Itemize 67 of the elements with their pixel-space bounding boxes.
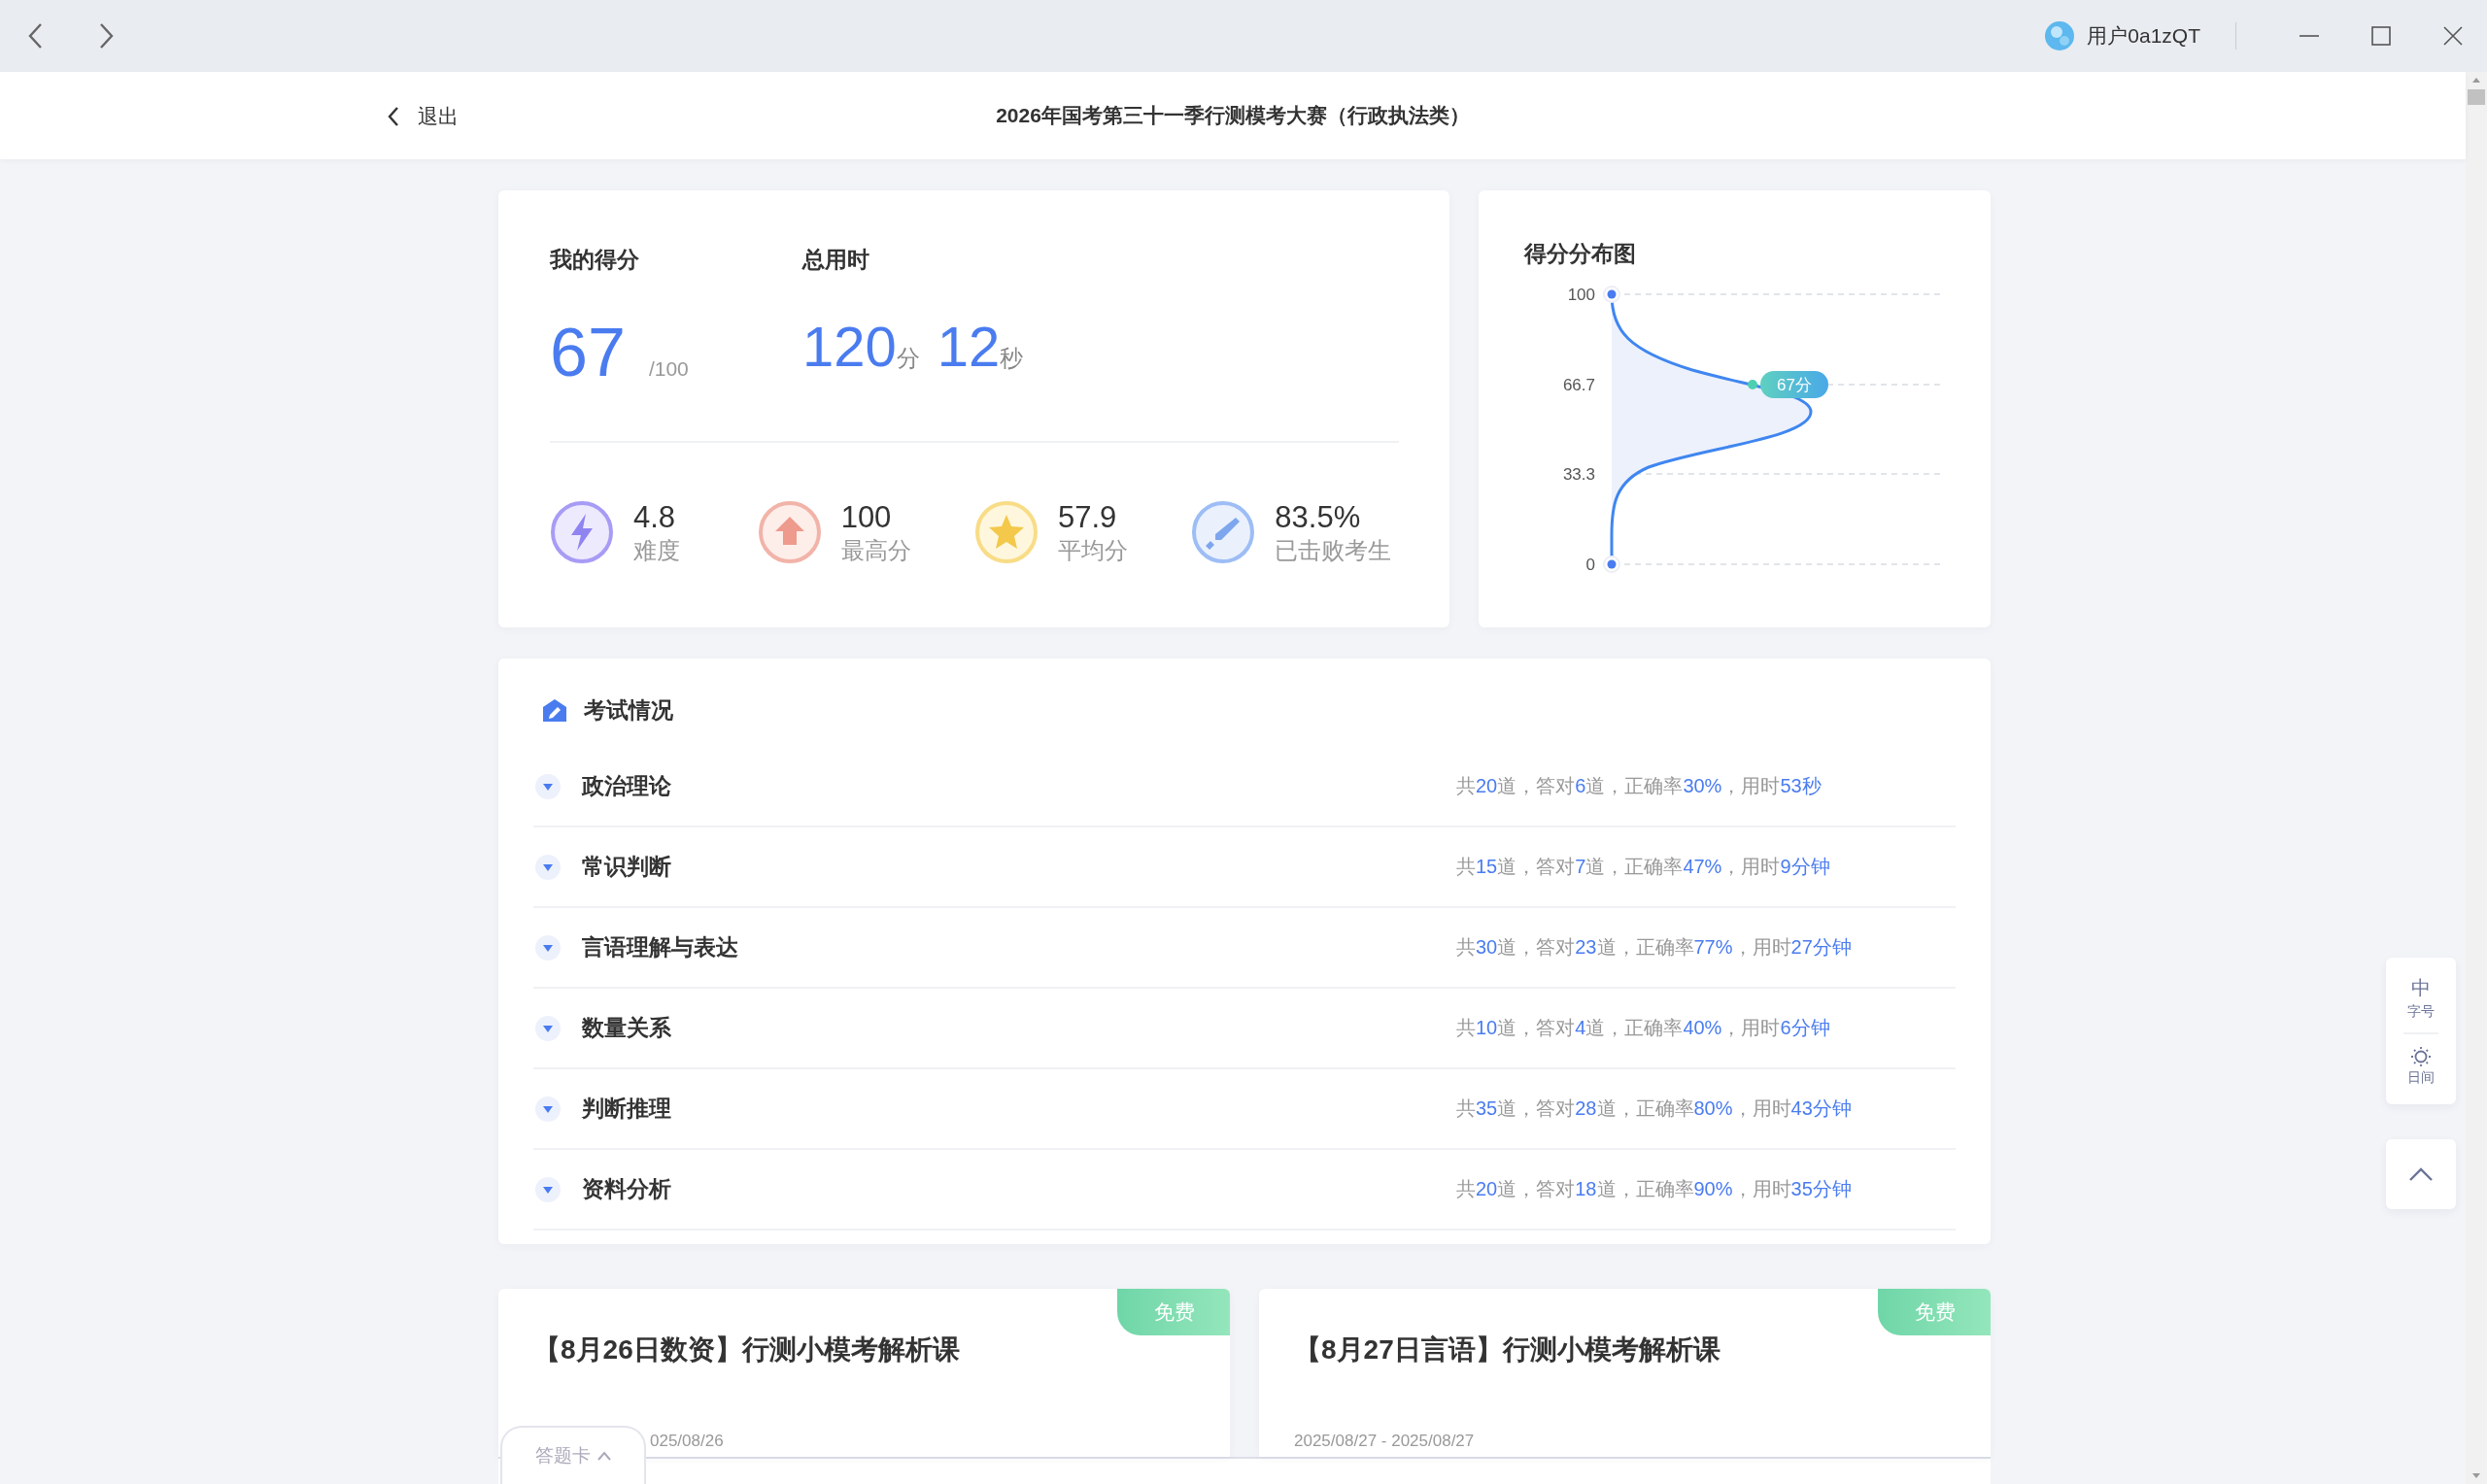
axis-tick-label: 66.7: [1562, 376, 1595, 394]
dropdown-icon[interactable]: [535, 1015, 561, 1041]
marker-label: 67分: [1777, 376, 1812, 394]
axis-tick-label: 100: [1567, 286, 1595, 304]
free-badge: 免费: [1117, 1289, 1230, 1335]
dropdown-icon[interactable]: [535, 854, 561, 880]
chevron-up-icon: [2408, 1166, 2434, 1182]
user-name[interactable]: 用户0a1zQT: [2087, 22, 2200, 50]
score-max: /100: [648, 357, 689, 381]
stat-value: 57.9: [1058, 499, 1118, 536]
course-dates: 025/08/26: [650, 1432, 725, 1451]
free-badge: 免费: [1878, 1289, 1991, 1335]
time-minutes: 120: [802, 314, 897, 379]
seconds-unit: 秒: [1000, 345, 1024, 373]
score-label: 我的得分: [550, 246, 640, 274]
subject-name[interactable]: 资料分析: [582, 1174, 1456, 1204]
font-size-button[interactable]: 中 字号: [2403, 971, 2438, 1025]
subject-summary: 共35道，答对28道，正确率80%，用时43分钟: [1456, 1096, 1852, 1121]
subject-summary: 共30道，答对23道，正确率77%，用时27分钟: [1456, 935, 1852, 960]
sun-icon: [2410, 1046, 2432, 1067]
subject-summary: 共10道，答对4道，正确率40%，用时6分钟: [1456, 1016, 1830, 1040]
scroll-down-icon[interactable]: [2471, 1472, 2481, 1480]
subject-name[interactable]: 判断推理: [582, 1094, 1456, 1124]
subject-name[interactable]: 数量关系: [582, 1013, 1456, 1043]
time-label: 总用时: [802, 246, 870, 274]
minutes-unit: 分: [896, 345, 920, 373]
dropdown-icon[interactable]: [535, 1176, 561, 1202]
score-marker: [1760, 371, 1828, 398]
time-seconds: 12: [937, 314, 1001, 379]
score-value: 67: [550, 314, 626, 391]
maximize-icon[interactable]: [2370, 25, 2392, 47]
chevron-up-icon: [596, 1450, 612, 1462]
dropdown-icon[interactable]: [535, 1096, 561, 1122]
subject-name[interactable]: 常识判断: [582, 852, 1456, 882]
page-title: 2026年国考第三十一季行测模考大赛（行政执法类）: [996, 103, 1470, 128]
stat-value: 83.5%: [1275, 499, 1362, 536]
subject-summary: 共20道，答对18道，正确率90%，用时35分钟: [1456, 1177, 1852, 1201]
stat-value: 4.8: [633, 499, 677, 536]
stat-label: 最高分: [840, 536, 911, 566]
subject-summary: 共15道，答对7道，正确率47%，用时9分钟: [1456, 855, 1830, 879]
lightning-icon: [550, 500, 614, 565]
section-title: 考试情况: [584, 696, 673, 725]
stat-label: 已击败考生: [1275, 536, 1392, 566]
sword-icon: [1191, 500, 1256, 565]
scrollbar[interactable]: [2466, 72, 2487, 1484]
subject-summary: 共20道，答对6道，正确率30%，用时53秒: [1456, 774, 1822, 798]
stat-value: 100: [840, 499, 893, 536]
course-title: 【8月27日言语】行测小模考解析课: [1294, 1333, 1721, 1366]
course-title: 【8月26日数资】行测小模考解析课: [533, 1333, 961, 1366]
stat-label: 难度: [633, 536, 680, 566]
dropdown-icon[interactable]: [535, 773, 561, 799]
course-card[interactable]: 免费 【8月27日言语】行测小模考解析课 2025/08/27 - 2025/08/27: [1259, 1289, 1991, 1457]
axis-tick-label: 33.3: [1562, 465, 1595, 484]
course-dates: 2025/08/27 - 2025/08/27: [1294, 1432, 1476, 1451]
close-icon[interactable]: [2442, 25, 2464, 47]
scroll-up-icon[interactable]: [2471, 76, 2481, 84]
subject-name[interactable]: 言语理解与表达: [582, 932, 1456, 962]
stat-label: 平均分: [1058, 536, 1128, 566]
back-button[interactable]: 退出: [381, 97, 464, 136]
axis-tick-label: 0: [1585, 556, 1595, 574]
chart-title: 得分分布图: [1524, 240, 1637, 268]
dropdown-icon[interactable]: [535, 934, 561, 961]
scroll-thumb[interactable]: [2468, 89, 2485, 105]
chevron-left-icon: [387, 106, 400, 127]
subject-name[interactable]: 政治理论: [582, 771, 1456, 801]
edit-icon: [541, 696, 568, 725]
theme-button[interactable]: 日间: [2403, 1042, 2438, 1091]
